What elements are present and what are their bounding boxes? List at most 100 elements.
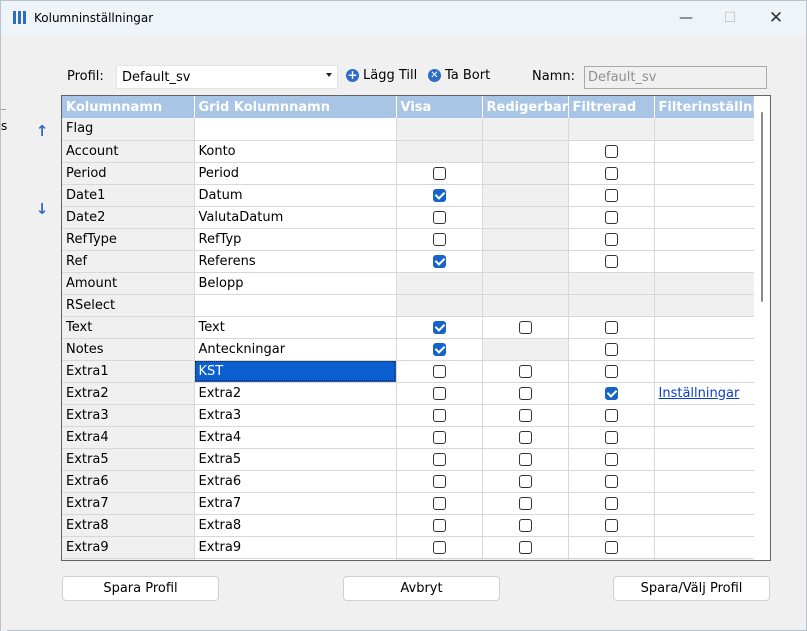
column-header[interactable]: Visa [396,96,483,118]
checkbox-unchecked[interactable] [604,232,618,246]
checkbox-unchecked[interactable] [604,254,618,268]
checkbox-cell[interactable] [568,404,655,427]
checkbox-cell[interactable] [482,492,569,515]
checkbox-unchecked[interactable] [518,496,532,510]
grid-column-name-cell[interactable]: ValutaDatum [194,206,397,229]
checkbox-cell[interactable] [568,382,655,405]
grid-column-name-cell[interactable]: Konto [194,140,397,163]
grid-column-name-cell[interactable]: Datum [194,184,397,207]
checkbox-unchecked[interactable] [432,452,446,466]
checkbox-cell[interactable] [396,382,483,405]
grid-column-name-cell[interactable]: Extra5 [194,448,397,471]
checkbox-cell[interactable] [568,228,655,251]
close-icon[interactable]: ✕ [753,1,799,35]
table-row[interactable] [62,558,755,560]
checkbox-unchecked[interactable] [432,474,446,488]
grid-column-name-cell[interactable]: Extra7 [194,492,397,515]
column-header[interactable]: Grid Kolumnnamn [194,96,397,118]
move-down-icon[interactable]: ↓ [34,201,50,217]
table-row[interactable]: Extra4 Extra4 [62,426,755,449]
checkbox-unchecked[interactable] [432,166,446,180]
table-row[interactable]: Flag [62,118,755,141]
checkbox-cell[interactable] [568,316,655,339]
table-row[interactable]: Extra9 Extra9 [62,536,755,559]
checkbox-cell[interactable] [482,514,569,537]
checkbox-unchecked[interactable] [432,386,446,400]
table-row[interactable]: Extra2 Extra2 Inställningar [62,382,755,405]
checkbox-cell[interactable] [482,470,569,493]
grid-column-name-cell[interactable]: Period [194,162,397,185]
table-row[interactable]: Amount Belopp [62,272,755,295]
checkbox-cell[interactable] [396,514,483,537]
checkbox-cell[interactable] [396,492,483,515]
checkbox-cell[interactable] [568,492,655,515]
checkbox-unchecked[interactable] [604,364,618,378]
grid-column-name-cell[interactable]: Text [194,316,397,339]
checkbox-cell[interactable] [568,470,655,493]
filter-settings-cell[interactable]: Inställningar [654,382,755,405]
checkbox-cell[interactable] [396,426,483,449]
grid-column-name-cell[interactable]: KST [194,360,397,383]
checkbox-unchecked[interactable] [432,430,446,444]
table-row[interactable]: Extra1 KST [62,360,755,383]
table-row[interactable]: Text Text [62,316,755,339]
table-row[interactable]: Notes Anteckningar [62,338,755,361]
checkbox-cell[interactable] [396,338,483,361]
checkbox-checked[interactable] [432,342,446,356]
checkbox-unchecked[interactable] [604,342,618,356]
checkbox-cell[interactable] [568,360,655,383]
checkbox-cell[interactable] [396,404,483,427]
table-row[interactable]: Extra8 Extra8 [62,514,755,537]
grid-column-name-cell[interactable] [194,118,397,141]
checkbox-cell[interactable] [482,404,569,427]
checkbox-unchecked[interactable] [604,474,618,488]
grid-column-name-cell[interactable] [194,294,397,317]
checkbox-unchecked[interactable] [604,496,618,510]
checkbox-unchecked[interactable] [432,518,446,532]
table-row[interactable]: RSelect [62,294,755,317]
checkbox-unchecked[interactable] [518,518,532,532]
table-row[interactable]: Account Konto [62,140,755,163]
checkbox-cell[interactable] [396,184,483,207]
table-row[interactable]: Date2 ValutaDatum [62,206,755,229]
checkbox-unchecked[interactable] [604,188,618,202]
table-row[interactable]: Extra7 Extra7 [62,492,755,515]
checkbox-unchecked[interactable] [604,540,618,554]
table-row[interactable]: Ref Referens [62,250,755,273]
grid-column-name-cell[interactable]: RefTyp [194,228,397,251]
checkbox-cell[interactable] [568,206,655,229]
grid-vertical-scrollbar[interactable] [754,96,770,560]
checkbox-unchecked[interactable] [518,430,532,444]
column-header[interactable]: Kolumnnamn [62,96,195,118]
checkbox-cell[interactable] [396,316,483,339]
checkbox-unchecked[interactable] [432,408,446,422]
checkbox-unchecked[interactable] [432,496,446,510]
checkbox-cell[interactable] [396,228,483,251]
scrollbar-thumb[interactable] [761,112,763,302]
grid-column-name-cell[interactable]: Referens [194,250,397,273]
checkbox-cell[interactable] [568,426,655,449]
grid-column-name-cell[interactable]: Extra6 [194,470,397,493]
cancel-button[interactable]: Avbryt [343,576,500,601]
table-row[interactable]: Period Period [62,162,755,185]
checkbox-unchecked[interactable] [432,364,446,378]
remove-profile-button[interactable]: ✕ Ta Bort [428,68,490,83]
grid-column-name-cell[interactable]: Anteckningar [194,338,397,361]
checkbox-unchecked[interactable] [432,232,446,246]
checkbox-cell[interactable] [482,316,569,339]
column-header[interactable]: Filtrerad [568,96,655,118]
checkbox-unchecked[interactable] [518,320,532,334]
maximize-icon[interactable]: ☐ [707,1,753,35]
checkbox-cell[interactable] [396,448,483,471]
checkbox-cell[interactable] [396,360,483,383]
grid-column-name-cell[interactable]: Extra2 [194,382,397,405]
table-row[interactable]: Extra3 Extra3 [62,404,755,427]
checkbox-unchecked[interactable] [518,386,532,400]
grid-column-name-cell[interactable]: Extra4 [194,426,397,449]
column-header[interactable]: Filterinställningar [654,96,755,118]
checkbox-unchecked[interactable] [604,408,618,422]
checkbox-unchecked[interactable] [432,540,446,554]
checkbox-unchecked[interactable] [604,518,618,532]
checkbox-cell[interactable] [568,338,655,361]
checkbox-unchecked[interactable] [604,144,618,158]
